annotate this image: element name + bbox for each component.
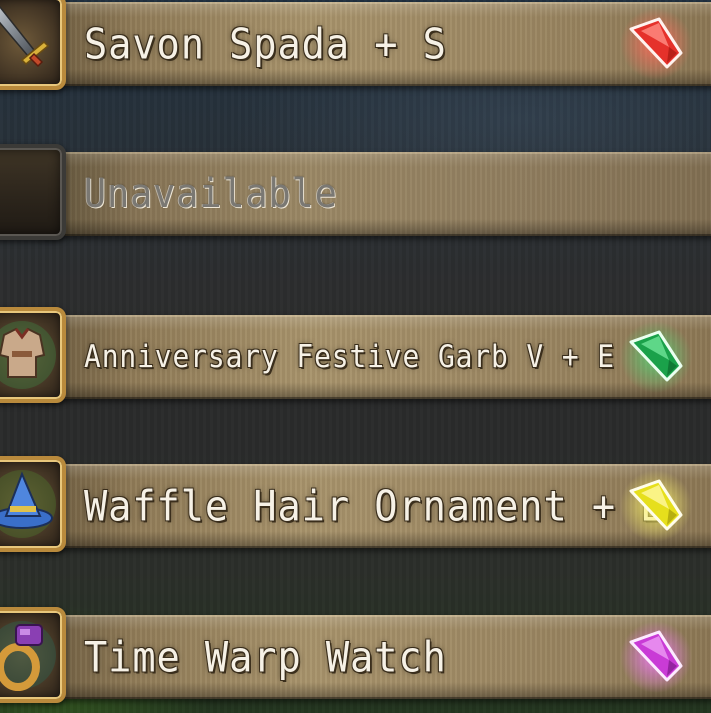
item-name: Unavailable xyxy=(84,171,338,217)
hat-icon xyxy=(0,470,56,538)
rarity-gem-icon xyxy=(619,620,693,694)
empty-slot-frame xyxy=(0,144,66,240)
equipment-slot-weapon[interactable]: Savon Spada + S xyxy=(0,0,711,94)
rarity-gem-icon xyxy=(619,469,693,543)
rarity-gem-icon xyxy=(619,320,693,394)
sword-icon xyxy=(0,5,50,68)
equipment-slot-armor[interactable]: Anniversary Festive Garb V + E xyxy=(0,307,711,407)
item-icon-frame[interactable] xyxy=(0,307,66,403)
item-name: Savon Spada + S xyxy=(84,19,447,69)
ring-icon xyxy=(0,621,56,691)
item-icon-frame[interactable] xyxy=(0,0,66,90)
equipment-slot-accessory[interactable]: Time Warp Watch xyxy=(0,607,711,707)
equipment-slot-headgear[interactable]: Waffle Hair Ornament + E xyxy=(0,456,711,556)
rarity-gem-icon xyxy=(619,7,693,81)
equipment-slot-unavailable: Unavailable xyxy=(0,144,711,244)
item-icon-frame[interactable] xyxy=(0,456,66,552)
item-name: Time Warp Watch xyxy=(84,632,447,682)
item-name: Waffle Hair Ornament + E xyxy=(84,481,665,531)
item-name: Anniversary Festive Garb V + E xyxy=(84,339,615,375)
item-icon-frame[interactable] xyxy=(0,607,66,703)
armor-icon xyxy=(0,321,56,389)
